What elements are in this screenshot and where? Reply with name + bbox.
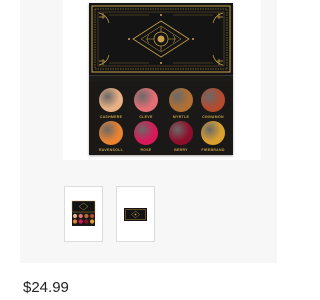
thumbnail-shade-pan [78,213,83,219]
shade-label: CASHMERE [99,115,123,119]
shadow-pans: CASHMERE CLEVE MYRTLE CINNAMON RAVENSOLL… [89,81,233,155]
palette-closed-thumbnail[interactable] [116,186,155,242]
main-product-image[interactable]: CASHMERE CLEVE MYRTLE CINNAMON RAVENSOLL… [63,0,261,160]
thumbnail-shade-pan [84,219,89,224]
thumbnail-shade-pan [90,219,95,224]
product-price: $24.99 [23,279,69,296]
shade-pan [201,88,225,112]
shade-label: MYRTLE [172,115,190,119]
shade-label: FIREBRAND [201,148,225,152]
shade-label: BERRY [174,148,188,152]
thumbnail-shade-pan [84,213,89,219]
product-image-gallery: CASHMERE CLEVE MYRTLE CINNAMON RAVENSOLL… [20,0,277,263]
shade-pan [134,88,158,112]
shade-pan [169,121,193,145]
thumbnail-shade-pan [90,213,95,219]
shade-pan [201,121,225,145]
shade-pan [169,88,193,112]
shade-label: ROSE [140,148,152,152]
thumbnail-shade-pan [78,219,83,224]
shade-pan [99,88,123,112]
palette-lid-ornament [89,3,233,76]
shade-label: CINNAMON [202,115,224,119]
shade-pan [99,121,123,145]
shade-label: RAVENSOLL [98,148,124,152]
thumbnail-shade-pan [72,213,78,219]
shade-label: CLEVE [139,115,153,119]
eyeshadow-palette: CASHMERE CLEVE MYRTLE CINNAMON RAVENSOLL… [89,3,233,155]
shade-pan [134,121,158,145]
palette-open-thumbnail[interactable] [64,186,103,242]
thumbnail-shade-pan [72,219,78,224]
